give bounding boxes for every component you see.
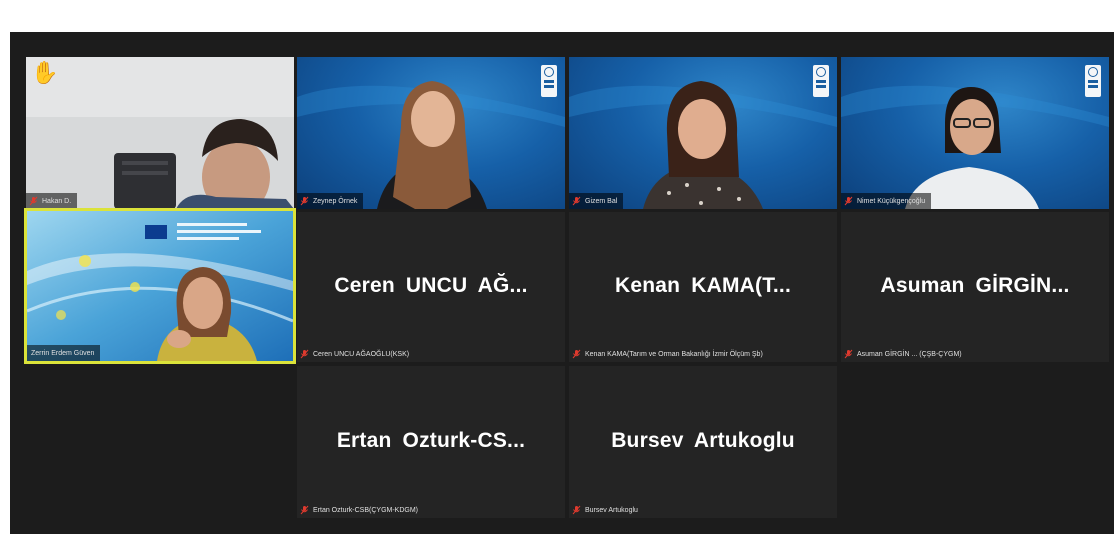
mic-muted-icon [300, 349, 309, 359]
participant-tile-ceren[interactable]: Ceren UNCU AĞ... Ceren UNCU AĞAOĞLU(KSK) [297, 212, 565, 362]
un-logo-icon [813, 65, 829, 97]
participant-namebar: Kenan KAMA(Tarım ve Orman Bakanlığı İzmi… [569, 346, 769, 362]
mic-muted-icon [300, 505, 309, 515]
raise-hand-icon: ✋ [31, 60, 59, 85]
mic-muted-icon [572, 196, 581, 206]
meeting-gallery-view: ✋ Hakan D. Zeynep Örnek Gizem Bal Nimet … [10, 32, 1114, 534]
participant-name-label: Zerrin Erdem Güven [31, 349, 95, 357]
participant-display-name: Bursev Artukoglu [611, 428, 795, 452]
mic-muted-icon [844, 349, 853, 359]
participant-namebar: Gizem Bal [569, 193, 624, 209]
un-logo-icon [1085, 65, 1101, 97]
participant-display-name: Ceren UNCU AĞ... [334, 273, 528, 297]
participant-name-label: Hakan D. [42, 197, 72, 205]
participant-namebar: Zerrin Erdem Güven [27, 345, 101, 361]
participant-tile-kenan[interactable]: Kenan KAMA(T... Kenan KAMA(Tarım ve Orma… [569, 212, 837, 362]
participant-name-label: Asuman GİRGİN ... (ÇŞB-ÇYGM) [857, 350, 962, 358]
participant-video [27, 211, 293, 361]
participant-name-label: Ertan Ozturk-CSB(ÇYGM-KDGM) [313, 506, 419, 514]
participant-video [297, 81, 565, 209]
participant-video [569, 81, 837, 209]
participant-tile-zeynep[interactable]: Zeynep Örnek [297, 57, 565, 209]
participant-name-label: Zeynep Örnek [313, 197, 358, 205]
participant-name-label: Bursev Artukoglu [585, 506, 638, 514]
mic-muted-icon [29, 196, 38, 206]
participant-namebar: Nimet Küçükgençoğlu [841, 193, 932, 209]
participant-name-label: Nimet Küçükgençoğlu [857, 197, 926, 205]
participant-name-label: Kenan KAMA(Tarım ve Orman Bakanlığı İzmi… [585, 350, 763, 358]
participant-tile-ertan[interactable]: Ertan Ozturk-CS... Ertan Ozturk-CSB(ÇYGM… [297, 366, 565, 518]
participant-namebar: Asuman GİRGİN ... (ÇŞB-ÇYGM) [841, 346, 968, 362]
mic-muted-icon [300, 196, 309, 206]
participant-namebar: Zeynep Örnek [297, 193, 364, 209]
participant-tile-gizem[interactable]: Gizem Bal [569, 57, 837, 209]
mic-muted-icon [572, 349, 581, 359]
participant-display-name: Kenan KAMA(T... [615, 273, 791, 297]
participant-display-name: Ertan Ozturk-CS... [336, 428, 526, 452]
participant-name-label: Gizem Bal [585, 197, 618, 205]
participant-video [26, 57, 294, 209]
participant-tile-hakan[interactable]: ✋ Hakan D. [26, 57, 294, 209]
participant-name-label: Ceren UNCU AĞAOĞLU(KSK) [313, 350, 410, 358]
participant-namebar: Hakan D. [26, 193, 78, 209]
participant-namebar: Ceren UNCU AĞAOĞLU(KSK) [297, 346, 415, 362]
participant-tile-asuman[interactable]: Asuman GİRGİN... Asuman GİRGİN ... (ÇŞB-… [841, 212, 1109, 362]
participant-tile-bursev[interactable]: Bursev Artukoglu Bursev Artukoglu [569, 366, 837, 518]
un-logo-icon [541, 65, 557, 97]
participant-namebar: Bursev Artukoglu [569, 502, 644, 518]
mic-muted-icon [572, 505, 581, 515]
participant-namebar: Ertan Ozturk-CSB(ÇYGM-KDGM) [297, 502, 424, 518]
participant-video [841, 85, 1109, 209]
participant-tile-nimet[interactable]: Nimet Küçükgençoğlu [841, 57, 1109, 209]
participant-tile-zerrin-active-speaker[interactable]: Zerrin Erdem Güven [24, 208, 296, 364]
mic-muted-icon [844, 196, 853, 206]
participant-display-name: Asuman GİRGİN... [880, 273, 1070, 297]
